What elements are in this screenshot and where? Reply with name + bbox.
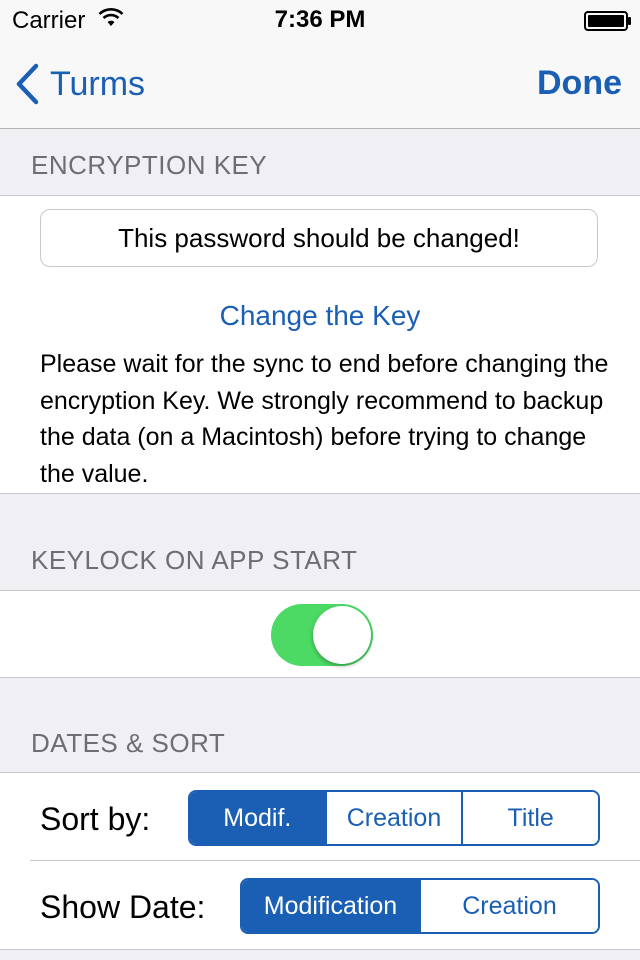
sort-by-segmented-control: Modif. Creation Title — [188, 790, 600, 846]
navigation-bar: Turms Done — [0, 40, 640, 129]
sort-segment-title[interactable]: Title — [461, 792, 598, 844]
battery-icon — [584, 11, 631, 31]
back-button-label: Turms — [50, 64, 146, 103]
toggle-knob — [313, 606, 371, 664]
show-date-segmented-control: Modification Creation — [240, 878, 600, 934]
section-header-keylock: KEYLOCK ON APP START — [31, 545, 358, 575]
encryption-password-field[interactable]: This password should be changed! — [40, 209, 598, 267]
status-time: 7:36 PM — [274, 6, 366, 33]
chevron-left-icon — [16, 63, 39, 105]
dates-sort-group: Sort by: Modif. Creation Title Show Date… — [0, 772, 640, 950]
sort-segment-creation[interactable]: Creation — [324, 792, 462, 844]
encryption-key-group: This password should be changed! Change … — [0, 195, 640, 494]
section-header-dates-sort: DATES & SORT — [31, 728, 226, 758]
section-header-encryption-key: ENCRYPTION KEY — [31, 150, 268, 180]
show-date-label: Show Date: — [40, 889, 206, 925]
sort-by-label: Sort by: — [40, 801, 151, 837]
date-segment-creation[interactable]: Creation — [419, 880, 598, 932]
encryption-help-text: Please wait for the sync to end before c… — [40, 350, 609, 488]
status-bar: Carrier 7:36 PM — [0, 0, 640, 40]
change-key-button[interactable]: Change the Key — [0, 300, 640, 332]
date-segment-modification[interactable]: Modification — [242, 880, 419, 932]
keylock-group — [0, 590, 640, 678]
sort-segment-modif[interactable]: Modif. — [190, 792, 325, 844]
keylock-toggle[interactable] — [271, 604, 373, 666]
done-button[interactable]: Done — [537, 64, 622, 103]
row-divider — [30, 860, 640, 861]
back-button[interactable]: Turms — [14, 62, 145, 106]
